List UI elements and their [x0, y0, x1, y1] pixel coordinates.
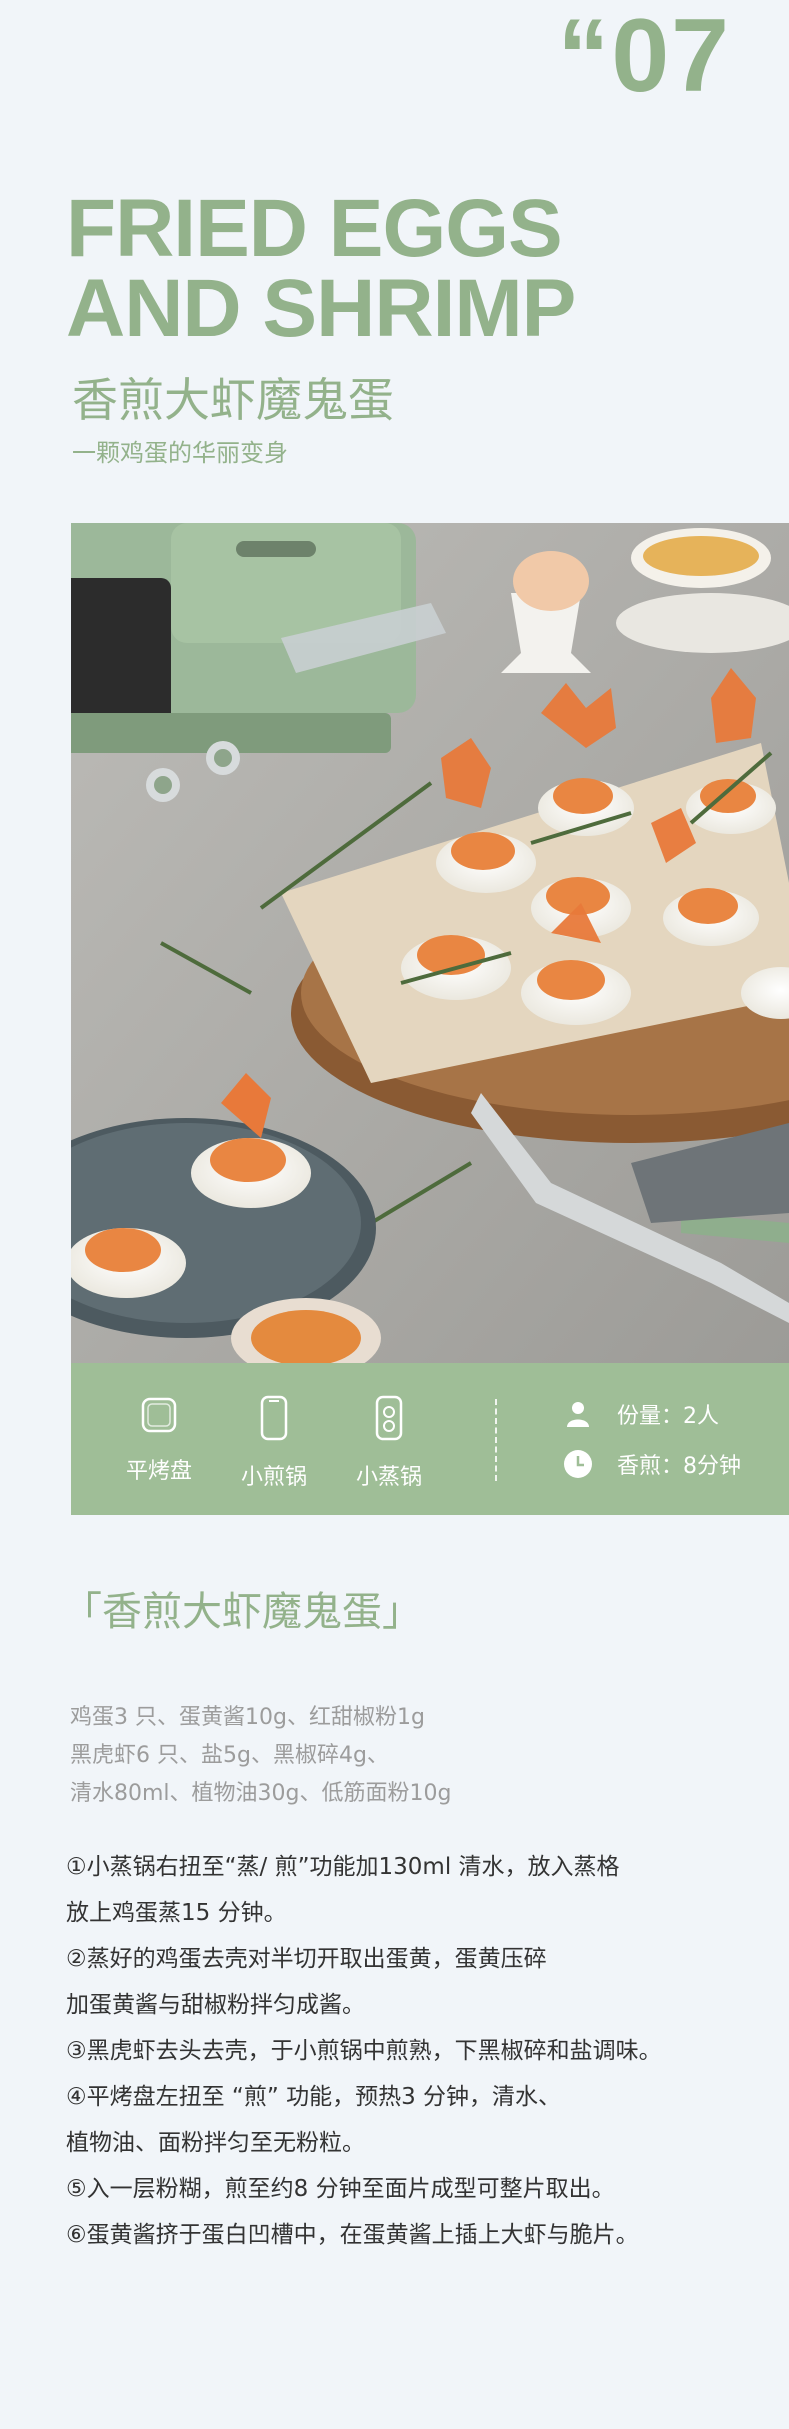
english-title-line-2: AND SHRIMP	[66, 263, 576, 354]
time-text: 香煎：8分钟	[617, 1454, 741, 1479]
chinese-title: 香煎大虾魔鬼蛋	[72, 373, 394, 427]
tool-label: 小蒸锅	[355, 1465, 422, 1490]
tool-frying-pan: 小煎锅	[224, 1395, 324, 1493]
frying-pan-icon	[260, 1395, 288, 1441]
step-line: ⑥蛋黄酱挤于蛋白凹槽中，在蛋黄酱上插上大虾与脆片。	[66, 2222, 639, 2248]
time-row: 香煎：8分钟	[561, 1447, 741, 1481]
step-line: 植物油、面粉拌匀至无粉粒。	[66, 2130, 365, 2156]
tool-steamer: 小蒸锅	[339, 1395, 439, 1493]
servings-row: 份量：2人	[561, 1397, 719, 1431]
person-icon	[561, 1397, 595, 1431]
step-line: ②蒸好的鸡蛋去壳对半切开取出蛋黄，蛋黄压碎	[66, 1946, 547, 1972]
tool-label: 平烤盘	[125, 1459, 192, 1484]
grill-plate-icon	[141, 1397, 177, 1433]
tools-info-bar: 平烤盘 小煎锅 小蒸锅 份量：2人 香煎：8分钟	[71, 1363, 789, 1515]
recipe-photo	[71, 523, 789, 1363]
tool-label: 小煎锅	[240, 1465, 307, 1490]
recipe-number: “07	[557, 0, 731, 114]
step-line: ④平烤盘左扭至 “煎” 功能，预热3 分钟，清水、	[66, 2084, 562, 2110]
clock-icon	[561, 1447, 595, 1481]
step-line: 放上鸡蛋蒸15 分钟。	[66, 1900, 287, 1926]
ingredient-line: 黑虎虾6 只、盐5g、黑椒碎4g、	[70, 1743, 389, 1768]
step-line: ③黑虎虾去头去壳，于小煎锅中煎熟，下黑椒碎和盐调味。	[66, 2038, 662, 2064]
step-line: ①小蒸锅右扭至“蒸/ 煎”功能加130ml 清水，放入蒸格	[66, 1854, 620, 1880]
fried-eggs-and-shrimp-photo	[71, 523, 789, 1363]
recipe-section-title: 「香煎大虾魔鬼蛋」	[62, 1589, 422, 1635]
step-line: 加蛋黄酱与甜椒粉拌匀成酱。	[66, 1992, 365, 2018]
english-title-line-1: FRIED EGGS	[66, 183, 563, 274]
step-line: ⑤入一层粉糊，煎至约8 分钟至面片成型可整片取出。	[66, 2176, 615, 2202]
tool-grill-plate: 平烤盘	[109, 1395, 209, 1487]
servings-text: 份量：2人	[617, 1404, 719, 1429]
ingredient-line: 清水80ml、植物油30g、低筋面粉10g	[70, 1781, 452, 1806]
steamer-icon	[375, 1395, 403, 1441]
chinese-subtitle: 一颗鸡蛋的华丽变身	[72, 439, 288, 467]
bar-divider	[495, 1399, 497, 1481]
ingredient-line: 鸡蛋3 只、蛋黄酱10g、红甜椒粉1g	[70, 1705, 425, 1730]
